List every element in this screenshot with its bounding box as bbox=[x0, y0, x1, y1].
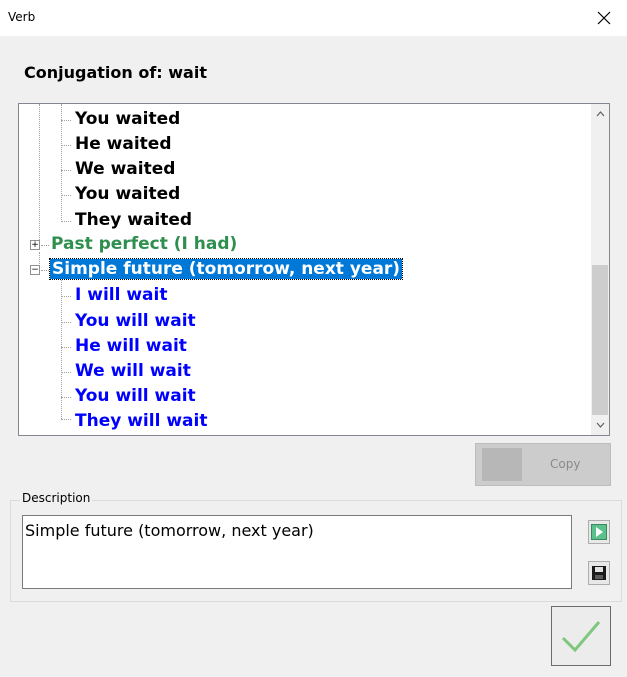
copy-label: Copy bbox=[550, 457, 581, 471]
close-icon bbox=[597, 11, 611, 25]
expand-icon[interactable]: + bbox=[30, 240, 40, 250]
window-title: Verb bbox=[8, 10, 36, 24]
tree-leaf[interactable]: He will wait bbox=[75, 334, 187, 359]
vertical-scrollbar[interactable] bbox=[591, 104, 609, 435]
title-bar: Verb bbox=[0, 0, 627, 36]
tree-node-past-perfect[interactable]: Past perfect (I had) bbox=[51, 232, 237, 257]
scrollbar-thumb[interactable] bbox=[592, 265, 608, 415]
save-icon bbox=[592, 566, 606, 580]
play-button[interactable] bbox=[588, 520, 610, 544]
scroll-down-button[interactable] bbox=[591, 415, 609, 435]
play-icon bbox=[591, 524, 607, 540]
tree-leaf[interactable]: You will wait bbox=[75, 384, 196, 409]
checkmark-icon bbox=[561, 621, 601, 653]
description-label: Description bbox=[20, 491, 93, 505]
tree-leaf[interactable]: You waited bbox=[75, 182, 180, 207]
chevron-down-icon bbox=[596, 422, 604, 428]
collapse-icon[interactable]: − bbox=[30, 265, 40, 275]
save-button[interactable] bbox=[588, 561, 610, 585]
description-text[interactable]: Simple future (tomorrow, next year) bbox=[22, 515, 572, 589]
close-button[interactable] bbox=[581, 0, 627, 36]
conjugation-heading: Conjugation of: wait bbox=[24, 63, 207, 82]
tree-leaf[interactable]: They waited bbox=[75, 208, 192, 233]
verb-dialog: Verb Conjugation of: wait You waited He … bbox=[0, 0, 627, 677]
scroll-up-button[interactable] bbox=[591, 104, 609, 124]
chevron-up-icon bbox=[596, 111, 604, 117]
tree-leaf[interactable]: You waited bbox=[75, 107, 180, 132]
tree-leaf[interactable]: He waited bbox=[75, 132, 172, 157]
tree-node-label: Simple future (tomorrow, next year) bbox=[48, 258, 404, 280]
tree-leaf[interactable]: I will wait bbox=[75, 283, 167, 308]
tree-node-simple-future[interactable]: Simple future (tomorrow, next year) bbox=[48, 257, 404, 282]
conjugation-tree[interactable]: You waited He waited We waited You waite… bbox=[18, 103, 610, 436]
tree-leaf[interactable]: We will wait bbox=[75, 359, 191, 384]
copy-swatch bbox=[482, 448, 522, 481]
tree-leaf[interactable]: They will wait bbox=[75, 409, 207, 434]
ok-button[interactable] bbox=[551, 606, 611, 666]
copy-button[interactable]: Copy bbox=[475, 443, 611, 486]
tree-leaf[interactable]: We waited bbox=[75, 157, 175, 182]
tree-leaf[interactable]: You will wait bbox=[75, 309, 196, 334]
